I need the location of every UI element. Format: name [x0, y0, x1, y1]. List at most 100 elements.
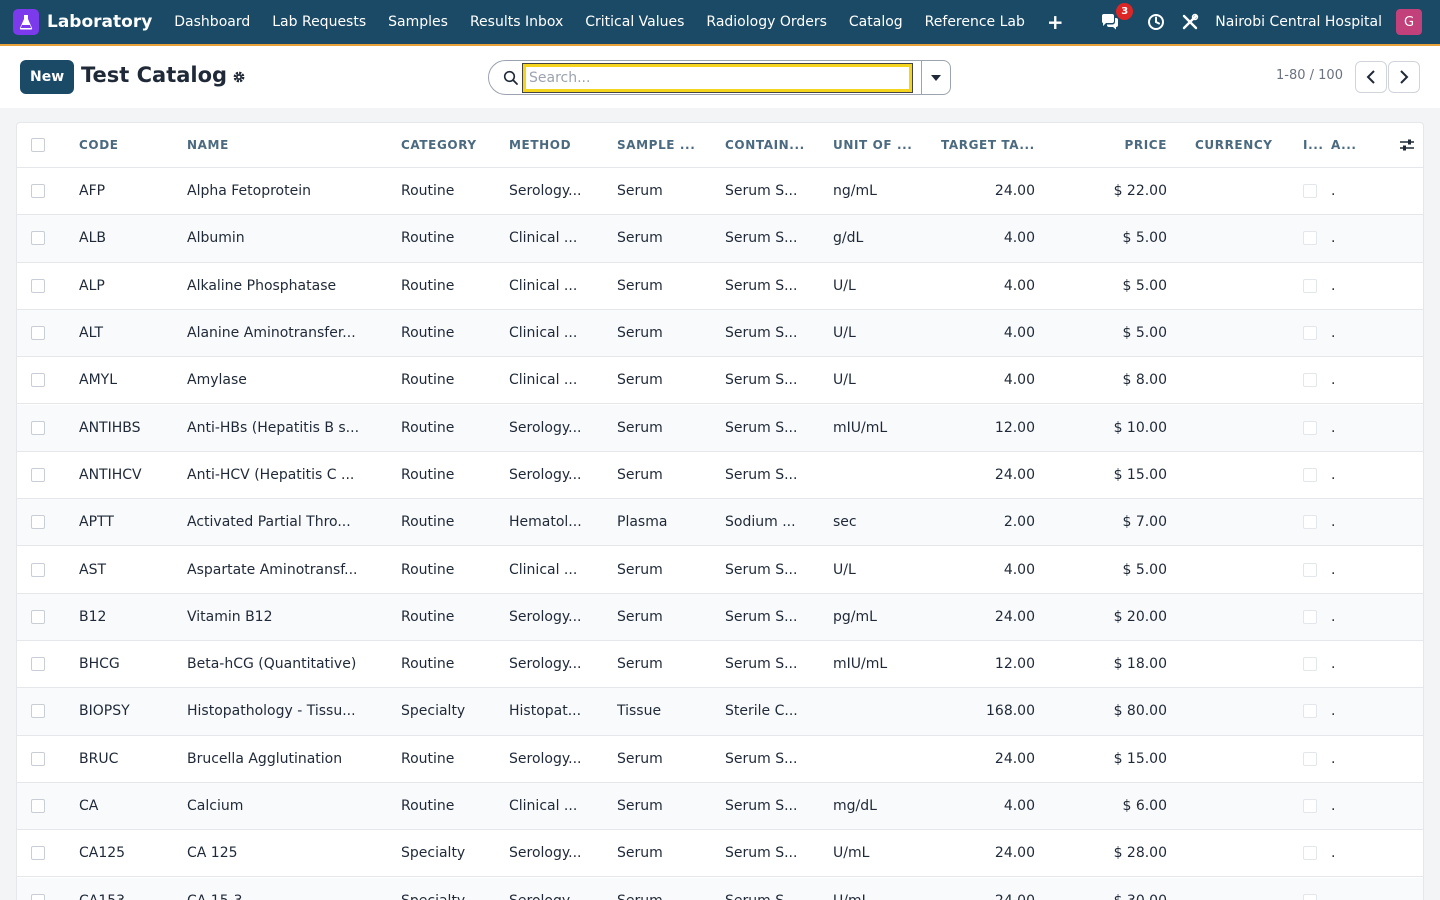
menu-item-radiology-orders[interactable]: Radiology Orders — [695, 14, 838, 30]
control-panel: New Test Catalog 1-80 / 100 — [0, 46, 1440, 108]
row-checkbox[interactable] — [31, 515, 45, 530]
boolean-checkbox[interactable] — [1303, 846, 1317, 861]
pager-next-button[interactable] — [1388, 61, 1420, 93]
table-row[interactable]: ANTIHBS Anti-HBs (Hepatitis B s... Routine… — [17, 404, 1423, 452]
boolean-checkbox[interactable] — [1303, 704, 1317, 719]
search-input[interactable] — [522, 63, 913, 93]
table-row[interactable]: ALT Alanine Aminotransfer... Routine Clinic… — [17, 309, 1423, 358]
row-checkbox[interactable] — [31, 751, 45, 766]
cell-method: Clinical ... — [509, 372, 578, 389]
table-row[interactable]: ALB Albumin Routine Clinical ... Serum Serum … — [17, 215, 1423, 263]
debug-tools-button[interactable] — [1177, 9, 1203, 35]
table-row[interactable]: APTT Activated Partial Thro... Routine Hema… — [17, 499, 1423, 547]
user-avatar[interactable]: G — [1396, 9, 1422, 35]
row-checkbox[interactable] — [31, 704, 45, 719]
column-header-category[interactable]: Category — [401, 123, 493, 167]
column-header-method[interactable]: Method — [509, 123, 593, 167]
menu-item-lab-requests[interactable]: Lab Requests — [261, 14, 377, 30]
row-checkbox[interactable] — [31, 420, 45, 435]
new-button[interactable]: New — [20, 60, 75, 94]
boolean-checkbox[interactable] — [1303, 657, 1317, 672]
row-checkbox[interactable] — [31, 562, 45, 577]
cell-sample: Serum — [617, 372, 663, 389]
boolean-checkbox[interactable] — [1303, 467, 1317, 482]
cell-container: Serum S... — [725, 372, 798, 389]
table-row[interactable]: AST Aspartate Aminotransf... Routine Clinic… — [17, 546, 1423, 594]
menu-item-results-inbox[interactable]: Results Inbox — [459, 14, 574, 30]
row-checkbox[interactable] — [31, 467, 45, 482]
row-checkbox[interactable] — [31, 184, 45, 199]
table-row[interactable]: BRUC Brucella Agglutination Routine Serolog… — [17, 735, 1423, 783]
boolean-checkbox[interactable] — [1303, 420, 1317, 435]
app-brand[interactable]: Laboratory — [13, 9, 163, 35]
activity-button[interactable] — [1143, 9, 1169, 35]
row-select-cell — [31, 641, 53, 687]
column-header-a[interactable]: A... — [1331, 123, 1361, 167]
cell-container: Serum S... — [725, 277, 798, 294]
boolean-checkbox[interactable] — [1303, 184, 1317, 199]
table-row[interactable]: CA153 CA 15-3 Specialty Serology... Serum Ser… — [17, 877, 1423, 900]
row-checkbox[interactable] — [31, 609, 45, 624]
search-bar[interactable] — [488, 60, 922, 95]
table-row[interactable]: B12 Vitamin B12 Routine Serology... Serum Ser… — [17, 593, 1423, 641]
table-row[interactable]: CA Calcium Routine Clinical ... Serum Serum S… — [17, 782, 1423, 831]
boolean-checkbox[interactable] — [1303, 373, 1317, 388]
table-row[interactable]: ALP Alkaline Phosphatase Routine Clinical .… — [17, 262, 1423, 310]
select-all-checkbox[interactable] — [31, 138, 45, 152]
column-header-container[interactable]: Contain... — [725, 123, 807, 167]
cell-sample: Serum — [617, 561, 663, 578]
cell-name: Anti-HCV (Hepatitis C ... — [187, 466, 355, 483]
row-checkbox[interactable] — [31, 893, 45, 900]
column-header-name[interactable]: Name — [187, 123, 373, 167]
cell-a: . — [1331, 372, 1336, 389]
column-header-currency[interactable]: Currency — [1195, 123, 1281, 167]
cell-i — [1303, 310, 1325, 356]
menu-item-samples[interactable]: Samples — [377, 14, 459, 30]
add-menu-icon[interactable]: + — [1036, 12, 1075, 32]
column-header-i[interactable]: I... — [1303, 123, 1325, 167]
search-options-toggle[interactable] — [921, 60, 951, 95]
column-header-tat[interactable]: Target Ta... — [941, 123, 1035, 167]
column-header-code[interactable]: Code — [79, 123, 169, 167]
row-checkbox[interactable] — [31, 846, 45, 861]
boolean-checkbox[interactable] — [1303, 515, 1317, 530]
pager-previous-button[interactable] — [1355, 61, 1387, 93]
boolean-checkbox[interactable] — [1303, 893, 1317, 900]
row-checkbox[interactable] — [31, 657, 45, 672]
row-select-cell — [31, 878, 53, 900]
boolean-checkbox[interactable] — [1303, 231, 1317, 246]
table-row[interactable]: AFP Alpha Fetoprotein Routine Serology... Se… — [17, 168, 1423, 216]
row-checkbox[interactable] — [31, 326, 45, 341]
row-checkbox[interactable] — [31, 278, 45, 293]
company-switcher[interactable]: Nairobi Central Hospital — [1215, 14, 1382, 30]
row-checkbox[interactable] — [31, 373, 45, 388]
menu-item-catalog[interactable]: Catalog — [838, 14, 914, 30]
boolean-checkbox[interactable] — [1303, 278, 1317, 293]
row-checkbox[interactable] — [31, 231, 45, 246]
boolean-checkbox[interactable] — [1303, 562, 1317, 577]
boolean-checkbox[interactable] — [1303, 609, 1317, 624]
cell-code: CA153 — [79, 878, 169, 900]
column-header-price[interactable]: Price — [1059, 123, 1167, 167]
messages-button[interactable]: 3 — [1097, 3, 1134, 35]
column-header-sample[interactable]: Sample ... — [617, 123, 701, 167]
table-row[interactable]: ANTIHCV Anti-HCV (Hepatitis C ... Routine S… — [17, 451, 1423, 500]
boolean-checkbox[interactable] — [1303, 751, 1317, 766]
cell-currency — [1195, 168, 1281, 214]
table-row[interactable]: BHCG Beta-hCG (Quantitative) Routine Serolo… — [17, 641, 1423, 689]
menu-item-critical-values[interactable]: Critical Values — [574, 14, 695, 30]
table-row[interactable]: CA125 CA 125 Specialty Serology... Serum Seru… — [17, 830, 1423, 878]
pager-value[interactable]: 1-80 / 100 — [1276, 68, 1343, 83]
boolean-checkbox[interactable] — [1303, 799, 1317, 814]
table-row[interactable]: BIOPSY Histopathology - Tissu... Specialty… — [17, 688, 1423, 736]
optional-columns-toggle[interactable] — [1399, 123, 1417, 167]
table-row[interactable]: AMYL Amylase Routine Clinical ... Serum Serum… — [17, 357, 1423, 405]
cell-code: BRUC — [79, 750, 119, 767]
gear-icon[interactable] — [232, 70, 246, 84]
cell-method: Histopat... — [509, 703, 582, 720]
menu-item-dashboard[interactable]: Dashboard — [163, 14, 261, 30]
row-checkbox[interactable] — [31, 799, 45, 814]
boolean-checkbox[interactable] — [1303, 326, 1317, 341]
column-header-unit[interactable]: Unit of ... — [833, 123, 917, 167]
menu-item-reference-lab[interactable]: Reference Lab — [914, 14, 1036, 30]
